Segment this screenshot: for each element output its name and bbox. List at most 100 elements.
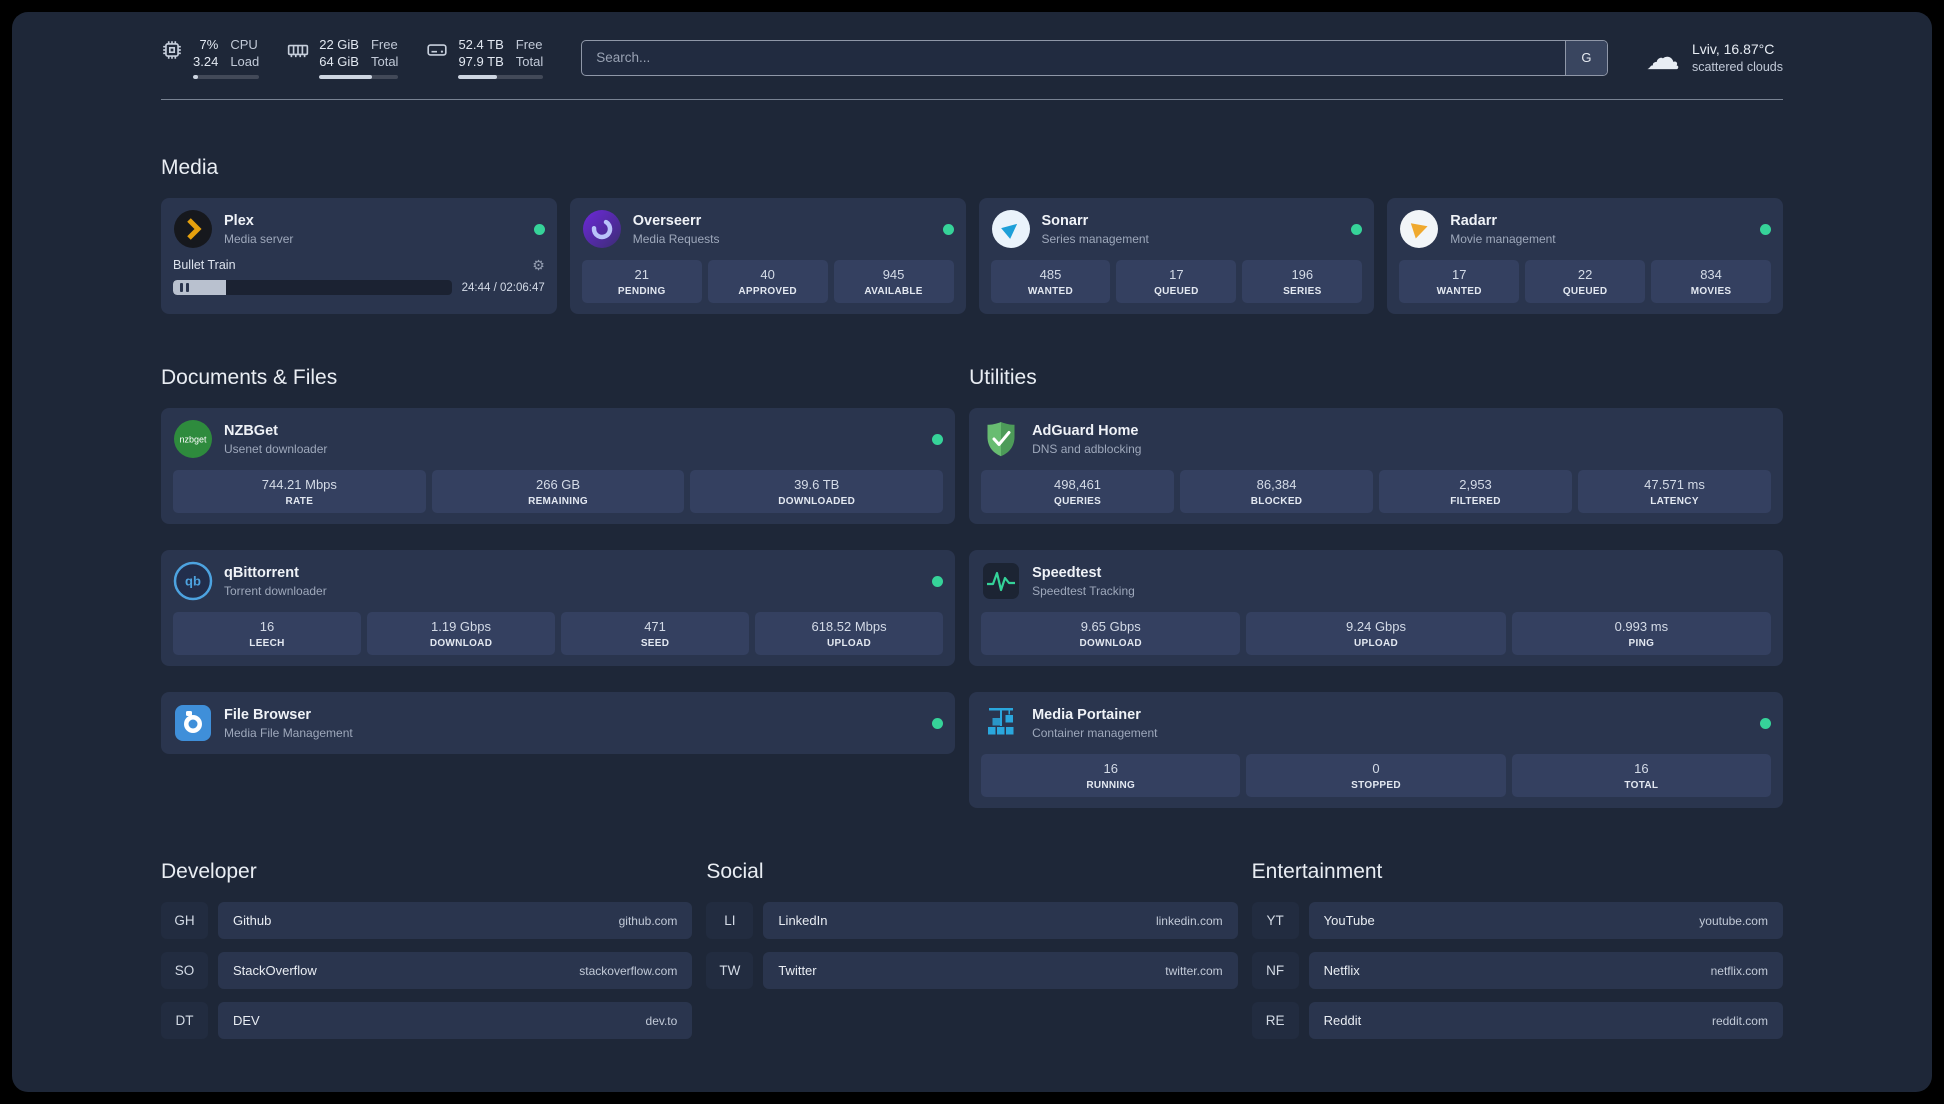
status-dot [533,223,545,235]
radarr-icon [1399,209,1439,249]
bookmark-link[interactable]: Netflix netflix.com [1308,952,1783,989]
stat-movies: 834 MOVIES [1651,260,1772,303]
cpu-usage-bar [193,75,260,79]
pause-icon[interactable] [180,283,189,292]
search-provider-button[interactable]: G [1564,40,1607,75]
stat-value: 40 [760,267,775,282]
bookmark-link[interactable]: LinkedIn linkedin.com [763,902,1238,939]
stat-value: 21 [634,267,649,282]
cpu-label: CPU [230,37,258,52]
bookmark-link[interactable]: DEV dev.to [218,1002,693,1039]
stat-value: 17 [1451,267,1467,282]
service-name: Media Portainer [1032,706,1141,723]
bookmark-dev: DT DEV dev.to [161,1002,693,1039]
stat-series: 196 SERIES [1242,260,1363,303]
service-card-portainer[interactable]: Media Portainer Container management 16 … [969,692,1783,808]
bookmark-name: Github [233,913,272,928]
service-card-qbittorrent[interactable]: qb qBittorrent Torrent downloader 16 LEE… [161,550,956,666]
bookmark-link[interactable]: YouTube youtube.com [1308,902,1783,939]
stat-label: REMAINING [528,496,588,507]
bookmark-abbr: DT [161,1002,208,1039]
bookmark-group-developer: Developer GH Github github.com SO StackO… [161,808,693,1052]
bookmark-github: GH Github github.com [161,902,693,939]
stat-label: DOWNLOADED [778,496,856,507]
service-subtitle: Usenet downloader [224,441,328,456]
filebrowser-icon [173,703,213,743]
section-title-social: Social [706,860,764,883]
service-card-radarr[interactable]: Radarr Movie management 17 WANTED 22 QUE… [1387,198,1783,314]
service-card-plex[interactable]: Plex Media server Bullet Train ⚙ 24:44 /… [161,198,557,314]
overseerr-icon [582,209,622,249]
stat-downloaded: 39.6 TB DOWNLOADED [690,470,944,513]
stat-value: 1.19 Gbps [431,619,492,634]
stat-remaining: 266 GB REMAINING [431,470,685,513]
dashboard: 7% 3.24 CPU Load 22 GiB 64 GiB Free Tota… [12,12,1932,1092]
stat-upload: 618.52 Mbps UPLOAD [755,612,944,655]
status-dot [1760,223,1771,235]
bookmark-name: LinkedIn [778,913,828,928]
stat-seed: 471 SEED [561,612,750,655]
stat-label: APPROVED [738,286,797,297]
stat-value: 471 [644,619,666,634]
stat-label: UPLOAD [827,638,872,649]
service-card-nzbget[interactable]: nzbget NZBGet Usenet downloader 744.21 M… [161,408,956,524]
stat-label: BLOCKED [1250,496,1303,507]
stat-available: 945 AVAILABLE [833,260,954,303]
service-card-filebrowser[interactable]: File Browser Media File Management [161,692,956,754]
stat-approved: 40 APPROVED [707,260,828,303]
stat-label: WANTED [1027,286,1074,297]
memory-widget: 22 GiB 64 GiB Free Total [287,36,399,79]
status-dot [932,575,944,587]
service-name: File Browser [224,706,312,723]
service-subtitle: Torrent downloader [224,583,327,598]
stat-latency: 47.571 ms LATENCY [1578,470,1771,513]
bookmark-link[interactable]: StackOverflow stackoverflow.com [218,952,693,989]
adguard-icon [981,419,1021,459]
service-card-adguard[interactable]: AdGuard Home DNS and adblocking 498,461 … [969,408,1783,524]
stat-wanted: 17 WANTED [1399,260,1520,303]
service-card-speedtest[interactable]: Speedtest Speedtest Tracking 9.65 Gbps D… [969,550,1783,666]
stat-stopped: 0 STOPPED [1246,754,1506,797]
bookmark-url: linkedin.com [1155,913,1223,928]
bookmark-link[interactable]: Github github.com [218,902,693,939]
stat-ping: 0.993 ms PING [1511,612,1771,655]
section-title-documents: Documents & Files [161,366,338,389]
bookmark-abbr: TW [706,952,754,989]
disk-widget: 52.4 TB 97.9 TB Free Total [426,36,544,79]
utilities-column: Utilities AdGuard Home DNS and adblockin… [969,314,1783,808]
search-input[interactable] [582,40,1565,75]
stat-value: 485 [1039,267,1062,282]
stat-label: AVAILABLE [864,286,923,297]
disk-free: 52.4 TB [458,37,504,52]
gear-icon[interactable]: ⚙ [532,258,545,272]
bookmark-name: DEV [233,1013,260,1028]
bookmark-link[interactable]: Reddit reddit.com [1308,1002,1783,1039]
cpu-widget: 7% 3.24 CPU Load [161,36,260,79]
weather-location: Lviv, 16.87°C [1691,40,1775,57]
service-card-overseerr[interactable]: Overseerr Media Requests 21 PENDING 40 A… [569,198,966,314]
cpu-load: 3.24 [193,54,219,69]
stat-label: FILTERED [1450,496,1501,507]
stat-value: 9.24 Gbps [1346,619,1407,634]
bookmark-group-social: Social LI LinkedIn linkedin.com TW Twitt… [706,808,1238,1002]
service-card-sonarr[interactable]: Sonarr Series management 485 WANTED 17 Q… [978,198,1375,314]
search-bar: G [581,39,1608,76]
memory-total: 64 GiB [319,54,359,69]
bookmark-url: youtube.com [1699,913,1768,928]
stat-value: 0 [1372,761,1380,776]
bookmark-youtube: YT YouTube youtube.com [1251,902,1783,939]
service-subtitle: Media server [224,231,294,246]
sonarr-icon [991,209,1031,249]
stat-wanted: 485 WANTED [990,260,1111,303]
service-name: NZBGet [224,422,278,439]
bookmark-abbr: GH [161,902,208,939]
qbittorrent-icon: qb [173,561,213,601]
plex-icon [173,209,213,249]
section-title-utilities: Utilities [969,366,1037,389]
stat-label: LATENCY [1650,496,1699,507]
playback-progress-bar[interactable] [173,280,452,295]
bookmark-url: github.com [618,913,678,928]
section-title-developer: Developer [161,860,257,883]
bookmark-link[interactable]: Twitter twitter.com [763,952,1238,989]
bookmark-stackoverflow: SO StackOverflow stackoverflow.com [161,952,693,989]
